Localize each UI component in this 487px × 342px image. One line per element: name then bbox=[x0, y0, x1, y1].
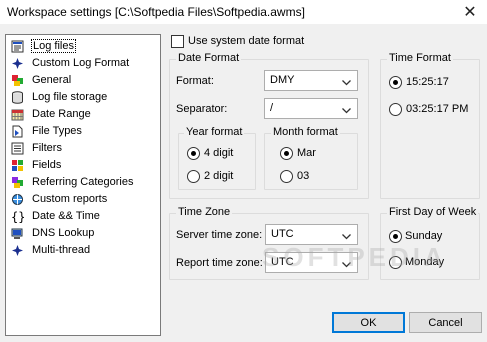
sidebar-item-label: Custom Log Format bbox=[32, 57, 130, 69]
sidebar-item-label: Fields bbox=[32, 159, 62, 171]
month-03-label: 03 bbox=[297, 170, 310, 182]
sidebar-item-custom-log-format[interactable]: Custom Log Format bbox=[10, 55, 129, 71]
time-12h-label: 03:25:17 PM bbox=[406, 103, 469, 115]
multi-thread-icon bbox=[10, 243, 24, 257]
format-select[interactable]: DMY bbox=[264, 70, 358, 91]
use-system-date-checkbox[interactable] bbox=[171, 35, 184, 48]
sidebar-item-label: Multi-thread bbox=[32, 244, 91, 256]
chevron-down-icon bbox=[342, 77, 351, 89]
month-mar-radio[interactable] bbox=[280, 147, 293, 160]
close-icon[interactable]: ✕ bbox=[453, 0, 487, 24]
sidebar-item-custom-reports[interactable]: Custom reports bbox=[10, 191, 107, 207]
window-title: Workspace settings [C:\Softpedia Files\S… bbox=[7, 5, 305, 19]
fields-icon bbox=[10, 158, 24, 172]
sidebar-item-file-types[interactable]: File Types bbox=[10, 123, 82, 139]
server-time-zone-label: Server time zone: bbox=[176, 229, 263, 241]
softpedia-watermark: SOFTPEDIA bbox=[262, 242, 447, 272]
sidebar-item-label: DNS Lookup bbox=[32, 227, 95, 239]
database-icon bbox=[10, 90, 24, 104]
sunday-label: Sunday bbox=[405, 230, 443, 242]
sidebar-item-log-files[interactable]: Log files bbox=[10, 38, 76, 54]
time-24h-label: 15:25:17 bbox=[406, 76, 449, 88]
custom-log-format-icon bbox=[10, 56, 24, 70]
year-4-digit-radio[interactable] bbox=[187, 147, 200, 160]
braces-icon: {} bbox=[10, 209, 24, 223]
year-format-title: Year format bbox=[184, 126, 245, 138]
filters-icon bbox=[10, 141, 24, 155]
log-files-icon bbox=[10, 39, 24, 53]
radio-dot bbox=[393, 80, 398, 85]
calendar-icon bbox=[10, 107, 24, 121]
custom-reports-icon bbox=[10, 192, 24, 206]
cancel-button-label: Cancel bbox=[428, 316, 463, 329]
sidebar-item-label: Referring Categories bbox=[32, 176, 134, 188]
date-format-title: Date Format bbox=[176, 52, 242, 64]
sidebar-item-general[interactable]: General bbox=[10, 72, 71, 88]
sidebar-item-date-range[interactable]: Date Range bbox=[10, 106, 91, 122]
radio-dot bbox=[393, 234, 398, 239]
settings-tree: Log files Custom Log Format General Log … bbox=[5, 34, 161, 336]
report-time-zone-label: Report time zone: bbox=[176, 257, 263, 269]
ok-button-label: OK bbox=[360, 316, 377, 329]
month-mar-label: Mar bbox=[297, 147, 316, 159]
sidebar-item-label: Date && Time bbox=[32, 210, 100, 222]
format-select-value: DMY bbox=[270, 74, 295, 86]
sidebar-item-fields[interactable]: Fields bbox=[10, 157, 61, 173]
sidebar-item-label: Log file storage bbox=[32, 91, 108, 103]
chevron-down-icon bbox=[342, 105, 351, 117]
sidebar-item-log-file-storage[interactable]: Log file storage bbox=[10, 89, 107, 105]
sidebar-item-label: Filters bbox=[32, 142, 62, 154]
separator-label: Separator: bbox=[176, 103, 228, 115]
sidebar-item-filters[interactable]: Filters bbox=[10, 140, 62, 156]
time-format-title: Time Format bbox=[387, 52, 453, 64]
separator-select-value: / bbox=[270, 102, 274, 114]
sidebar-item-label: File Types bbox=[32, 125, 82, 137]
first-day-of-week-title: First Day of Week bbox=[387, 206, 479, 218]
use-system-date-label: Use system date format bbox=[188, 35, 305, 47]
radio-dot bbox=[284, 151, 289, 156]
file-types-icon bbox=[10, 124, 24, 138]
month-format-group bbox=[264, 133, 358, 190]
sidebar-item-label: Date Range bbox=[32, 108, 91, 120]
time-12h-radio[interactable] bbox=[389, 103, 402, 116]
sidebar-item-label: Log files bbox=[31, 39, 76, 53]
cancel-button[interactable]: Cancel bbox=[409, 312, 482, 333]
dns-lookup-icon bbox=[10, 226, 24, 240]
time-24h-radio[interactable] bbox=[389, 76, 402, 89]
referring-categories-icon bbox=[10, 175, 24, 189]
sidebar-item-referring-categories[interactable]: Referring Categories bbox=[10, 174, 134, 190]
server-time-zone-value: UTC bbox=[271, 228, 294, 240]
format-label: Format: bbox=[176, 75, 214, 87]
month-format-title: Month format bbox=[271, 126, 340, 138]
ok-button[interactable]: OK bbox=[332, 312, 405, 333]
year-2-digit-radio[interactable] bbox=[187, 170, 200, 183]
radio-dot bbox=[191, 151, 196, 156]
month-03-radio[interactable] bbox=[280, 170, 293, 183]
year-4-digit-label: 4 digit bbox=[204, 147, 234, 159]
time-zone-title: Time Zone bbox=[176, 206, 233, 218]
separator-select[interactable]: / bbox=[264, 98, 358, 119]
year-2-digit-label: 2 digit bbox=[204, 170, 234, 182]
sidebar-item-label: General bbox=[32, 74, 72, 86]
title-bar: Workspace settings [C:\Softpedia Files\S… bbox=[0, 0, 487, 24]
sidebar-item-multi-thread[interactable]: Multi-thread bbox=[10, 242, 90, 258]
svg-text:{}: {} bbox=[11, 210, 24, 223]
sidebar-item-date-time[interactable]: {} Date && Time bbox=[10, 208, 100, 224]
sidebar-item-label: Custom reports bbox=[32, 193, 108, 205]
sidebar-item-dns-lookup[interactable]: DNS Lookup bbox=[10, 225, 94, 241]
general-icon bbox=[10, 73, 24, 87]
